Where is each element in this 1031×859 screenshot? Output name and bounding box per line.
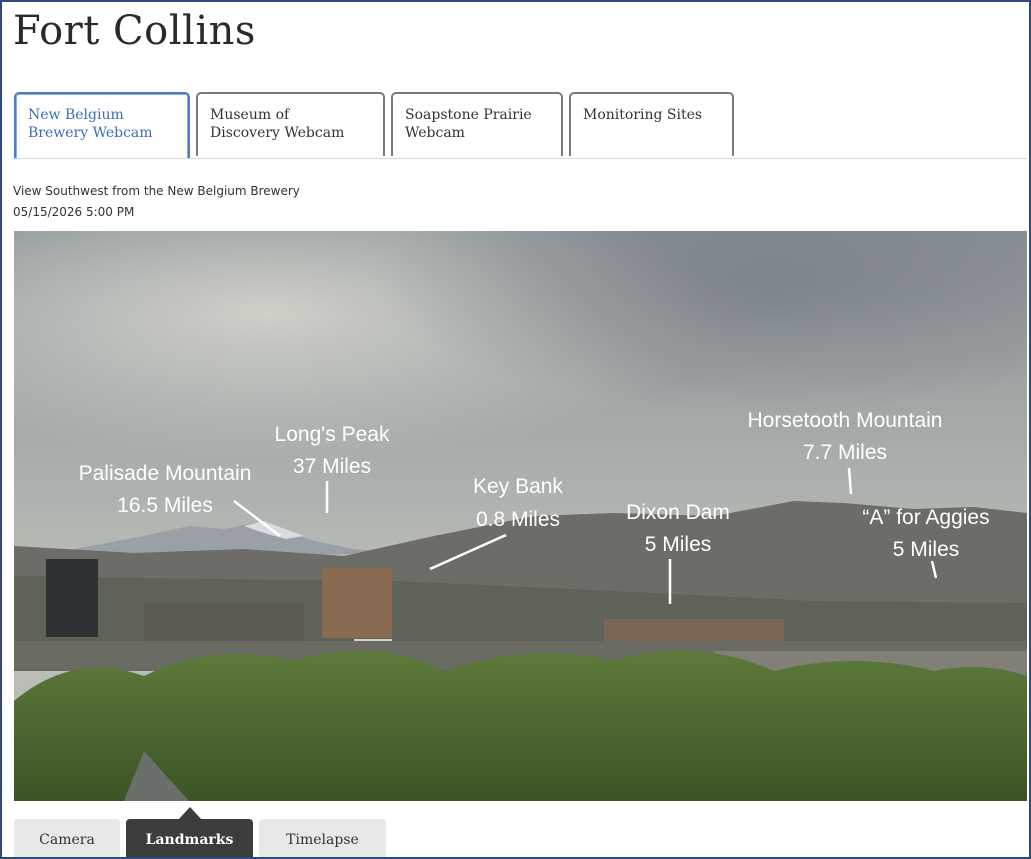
landmarks-tab[interactable]: Landmarks — [126, 819, 253, 857]
landmark-distance: 5 Miles — [645, 533, 712, 556]
tab-soapstone-prairie-webcam[interactable]: Soapstone Prairie Webcam — [391, 92, 563, 156]
landmark-name: Palisade Mountain — [79, 462, 252, 485]
camera-timestamp: 05/15/2026 5:00 PM — [13, 205, 135, 219]
landmark-distance: 0.8 Miles — [476, 508, 560, 531]
landmark-name: Dixon Dam — [626, 501, 730, 524]
tab-label-line1: New Belgium — [28, 107, 124, 123]
landmark-distance: 16.5 Miles — [117, 494, 213, 517]
page-title: Fort Collins — [13, 8, 256, 54]
landmark-name: Key Bank — [473, 475, 563, 498]
landmark-distance: 7.7 Miles — [803, 441, 887, 464]
landmark-distance: 37 Miles — [293, 455, 371, 478]
landmark-name: Long's Peak — [275, 423, 390, 446]
tab-monitoring-sites[interactable]: Monitoring Sites — [569, 92, 734, 156]
timelapse-tab[interactable]: Timelapse — [259, 819, 386, 857]
tab-museum-of-discovery-webcam[interactable]: Museum of Discovery Webcam — [196, 92, 385, 156]
webcam-tabs: New Belgium Brewery Webcam Museum of Dis… — [2, 92, 1027, 160]
landmark-name: Horsetooth Mountain — [748, 409, 943, 432]
tall-building-left — [46, 559, 98, 637]
tab-label-line2: Discovery Webcam — [210, 125, 345, 141]
page-frame: Fort Collins New Belgium Brewery Webcam … — [0, 0, 1031, 859]
tab-label-line2: Webcam — [405, 125, 465, 141]
tab-new-belgium-brewery-webcam[interactable]: New Belgium Brewery Webcam — [14, 92, 190, 159]
webcam-image: Palisade Mountain 16.5 Miles Long's Peak… — [14, 231, 1027, 801]
landmark-name: “A” for Aggies — [862, 506, 989, 529]
key-bank-building — [322, 568, 392, 638]
tab-divider — [14, 158, 1027, 159]
camera-info: View Southwest from the New Belgium Brew… — [13, 181, 300, 223]
camera-caption: View Southwest from the New Belgium Brew… — [13, 184, 300, 198]
camera-tab[interactable]: Camera — [14, 819, 120, 857]
tab-label-line2: Brewery Webcam — [28, 125, 153, 141]
landmark-distance: 5 Miles — [893, 538, 960, 561]
tab-label-line1: Soapstone Prairie — [405, 107, 532, 123]
tab-label-line1: Monitoring Sites — [583, 107, 703, 123]
downtown-buildings — [144, 603, 304, 643]
tab-label-line1: Museum of — [210, 107, 290, 123]
